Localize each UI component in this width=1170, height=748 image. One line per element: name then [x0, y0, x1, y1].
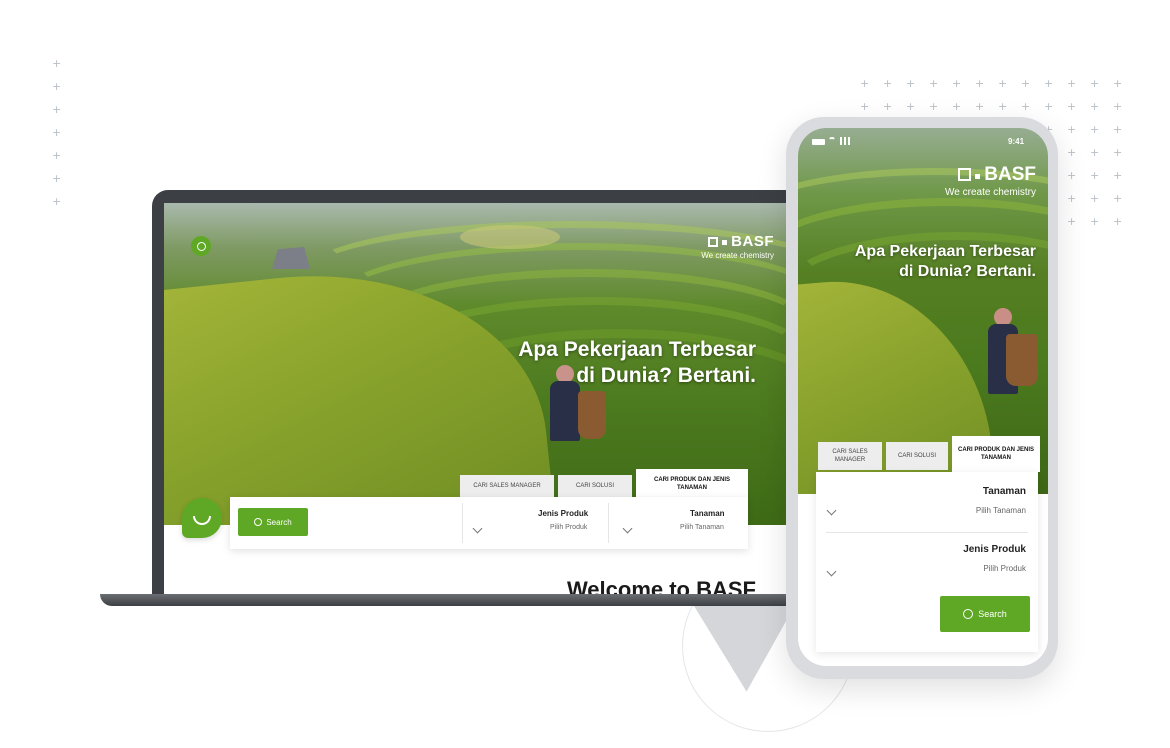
crop-select[interactable]: Pilih Tanaman [680, 524, 724, 531]
tab-sales[interactable]: CARI SALES MANAGER [818, 442, 882, 470]
decor-plus: + [52, 195, 62, 208]
decor-plus: + [952, 100, 962, 113]
logo-dot-icon [975, 174, 981, 179]
decor-plus: + [883, 100, 893, 113]
decor-plus: + [1113, 215, 1123, 228]
hero-title: Apa Pekerjaan Terbesar di Dunia? Bertani… [518, 338, 756, 388]
decor-plus: + [1044, 77, 1054, 90]
laptop-base [100, 594, 824, 606]
search-icon [963, 609, 974, 619]
logo-square-icon [958, 168, 972, 181]
decor-plus: + [52, 126, 62, 139]
brand-logo[interactable]: BASF We create chemistry [945, 164, 1036, 198]
product-select[interactable]: Pilih Produk [983, 564, 1026, 573]
decor-plus: + [1021, 77, 1031, 90]
decor-plus: + [929, 100, 939, 113]
decor-plus: + [1113, 77, 1123, 90]
tab-solutions[interactable]: CARI SOLUSI [886, 442, 948, 470]
wifi-icon [828, 137, 836, 145]
crop-label: Tanaman [982, 486, 1026, 497]
decor-plus: + [975, 100, 985, 113]
decor-plus: + [906, 100, 916, 113]
search-button[interactable]: Search [940, 596, 1030, 632]
phone-screen: 9:41 BASF We create chemistry Apa Pekerj… [798, 128, 1048, 666]
decor-plus: + [52, 172, 62, 185]
decor-plus: + [1113, 169, 1123, 182]
decor-plus: + [860, 100, 870, 113]
decor-plus: + [1067, 215, 1077, 228]
decor-plus: + [883, 77, 893, 90]
brand-tagline: We create chemistry [701, 251, 774, 260]
decor-plus: + [1113, 146, 1123, 159]
brand-tagline: We create chemistry [945, 187, 1036, 198]
decor-plus: + [1090, 146, 1100, 159]
chevron-down-icon[interactable] [826, 505, 837, 516]
decor-plus: + [975, 77, 985, 90]
logo-dot-icon [722, 240, 728, 245]
decor-plus: + [1090, 192, 1100, 205]
chat-icon[interactable] [191, 236, 211, 256]
tab-sales[interactable]: CARI SALES MANAGER [460, 475, 554, 497]
product-select[interactable]: Pilih Produk [550, 524, 587, 531]
search-icon [254, 518, 263, 526]
brand-logo[interactable]: BASF We create chemistry [701, 233, 774, 260]
chevron-down-icon[interactable] [622, 523, 633, 534]
chevron-down-icon[interactable] [826, 566, 837, 577]
decor-plus: + [52, 57, 62, 70]
field-divider [826, 532, 1028, 533]
decor-plus: + [1090, 100, 1100, 113]
decor-plus: + [1113, 100, 1123, 113]
decor-plus: + [1090, 169, 1100, 182]
field-divider [462, 503, 463, 543]
hero-title: Apa Pekerjaan Terbesar di Dunia? Bertani… [854, 243, 1036, 280]
decor-plus: + [998, 100, 1008, 113]
decor-plus: + [952, 77, 962, 90]
decor-plus: + [1067, 192, 1077, 205]
decor-plus: + [1090, 77, 1100, 90]
battery-icon [812, 139, 825, 145]
decor-plus: + [1090, 123, 1100, 136]
decor-plus: + [860, 77, 870, 90]
welcome-heading: Welcome to BASF [566, 577, 756, 595]
decor-plus: + [52, 103, 62, 116]
crop-select[interactable]: Pilih Tanaman [976, 506, 1026, 515]
decor-plus: + [1090, 215, 1100, 228]
smile-chat-icon[interactable] [182, 498, 222, 538]
status-time: 9:41 [1008, 137, 1025, 146]
decor-plus: + [929, 77, 939, 90]
signal-icon [840, 137, 850, 145]
decor-plus: + [998, 77, 1008, 90]
decor-plus: + [52, 149, 62, 162]
field-divider [608, 503, 609, 543]
tab-products[interactable]: CARI PRODUK DAN JENIS TANAMAN [636, 469, 748, 499]
product-label: Jenis Produk [963, 544, 1026, 555]
logo-square-icon [708, 237, 719, 247]
decor-plus: + [1044, 100, 1054, 113]
decor-plus: + [1067, 100, 1077, 113]
decor-plus: + [1067, 77, 1077, 90]
search-panel: Tanaman Pilih Tanaman Jenis Produk Pilih… [816, 472, 1038, 652]
brand-name: BASF [731, 233, 774, 250]
decor-plus: + [1067, 123, 1077, 136]
tab-solutions[interactable]: CARI SOLUSI [558, 475, 632, 497]
product-label: Jenis Produk [538, 509, 589, 518]
chevron-down-icon[interactable] [472, 523, 483, 534]
search-button[interactable]: Search [238, 508, 308, 536]
laptop-screen: BASF We create chemistry Apa Pekerjaan T… [164, 203, 794, 595]
brand-name: BASF [984, 164, 1036, 185]
search-panel: Tanaman Pilih Tanaman Jenis Produk Pilih… [230, 497, 748, 549]
crop-label: Tanaman [690, 509, 725, 518]
decor-plus: + [1021, 100, 1031, 113]
decor-plus: + [906, 77, 916, 90]
decor-plus: + [1113, 192, 1123, 205]
tab-products[interactable]: CARI PRODUK DAN JENIS TANAMAN [952, 436, 1040, 472]
decor-plus: + [52, 80, 62, 93]
decor-plus: + [1113, 123, 1123, 136]
decor-plus: + [1067, 169, 1077, 182]
decor-plus: + [1067, 146, 1077, 159]
